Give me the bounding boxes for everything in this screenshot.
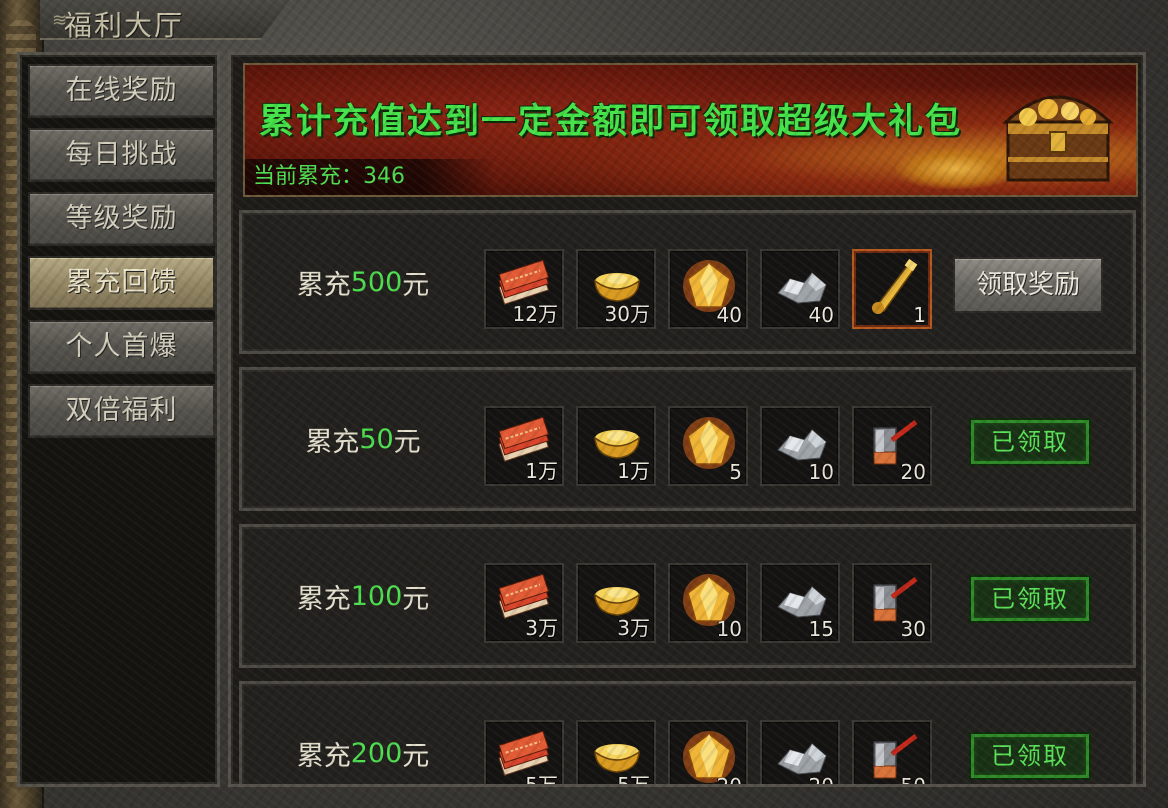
sidebar-item-first-drop[interactable]: 个人首爆 <box>28 320 215 374</box>
item-count: 5万 <box>617 773 650 787</box>
row-label-prefix: 累充 <box>305 426 360 458</box>
item-count: 10 <box>716 617 742 641</box>
item-count: 12万 <box>512 302 558 326</box>
row-label-unit: 元 <box>402 740 430 772</box>
row-label: 累充 100 元 <box>242 527 484 665</box>
sidebar-item-daily-challenge[interactable]: 每日挑战 <box>28 128 215 182</box>
reward-row: 累充 200 元 5万 5万 20 20 50 已领取 <box>239 681 1136 787</box>
banner-title: 累计充值达到一定金额即可领取超级大礼包 <box>259 101 963 142</box>
reward-item[interactable]: 20 <box>668 720 748 787</box>
row-label-amount: 100 <box>350 580 403 612</box>
item-count: 30 <box>900 617 926 641</box>
row-label-unit: 元 <box>402 583 430 615</box>
sidebar-item-recharge-reward[interactable]: 累充回馈 <box>28 256 215 310</box>
item-count: 20 <box>900 460 926 484</box>
item-count: 50 <box>900 774 926 787</box>
row-label: 累充 500 元 <box>242 213 484 351</box>
sidebar: 在线奖励 每日挑战 等级奖励 累充回馈 个人首爆 双倍福利 <box>17 52 220 787</box>
item-count: 10 <box>808 460 834 484</box>
reward-item[interactable]: 1万 <box>576 406 656 486</box>
current-total-value: 346 <box>363 164 406 189</box>
sidebar-item-level-reward[interactable]: 等级奖励 <box>28 192 215 246</box>
reward-item[interactable]: 1万 <box>484 406 564 486</box>
reward-item[interactable]: 20 <box>852 406 932 486</box>
sidebar-item-double-bonus[interactable]: 双倍福利 <box>28 384 215 438</box>
reward-item[interactable]: 40 <box>760 249 840 329</box>
reward-item[interactable]: 10 <box>668 563 748 643</box>
item-count: 5万 <box>525 773 558 787</box>
reward-item[interactable]: 30万 <box>576 249 656 329</box>
reward-item[interactable]: 50 <box>852 720 932 787</box>
item-count: 5 <box>729 460 742 484</box>
sidebar-item-online-reward[interactable]: 在线奖励 <box>28 64 215 118</box>
item-count: 40 <box>808 303 834 327</box>
claimed-stamp: 已领取 <box>971 420 1089 464</box>
item-count: 20 <box>716 774 742 787</box>
row-label-amount: 500 <box>350 266 403 298</box>
reward-item[interactable]: 15 <box>760 563 840 643</box>
reward-item[interactable]: 3万 <box>484 563 564 643</box>
item-count: 3万 <box>525 616 558 640</box>
item-count: 1 <box>913 303 926 327</box>
row-label-unit: 元 <box>393 426 421 458</box>
row-label-unit: 元 <box>402 269 430 301</box>
row-label-prefix: 累充 <box>296 740 351 772</box>
window-frame: ≋ 福利大厅 在线奖励 每日挑战 等级奖励 累充回馈 个人首爆 双倍福利 累计充… <box>0 0 1168 808</box>
row-label: 累充 50 元 <box>242 370 484 508</box>
current-total-label: 当前累充： <box>253 164 364 189</box>
claimed-stamp: 已领取 <box>971 577 1089 621</box>
item-count: 20 <box>808 774 834 787</box>
reward-item[interactable]: 5万 <box>484 720 564 787</box>
row-label-amount: 200 <box>350 737 403 769</box>
item-count: 15 <box>808 617 834 641</box>
item-count: 3万 <box>617 616 650 640</box>
reward-item[interactable]: 20 <box>760 720 840 787</box>
reward-row: 累充 500 元 12万 30万 40 40 1 领取奖励 <box>239 210 1136 354</box>
reward-item[interactable]: 5 <box>668 406 748 486</box>
main-panel: 累计充值达到一定金额即可领取超级大礼包 当前累充：346 累充 500 元 12万 … <box>228 52 1146 787</box>
row-label-prefix: 累充 <box>296 269 351 301</box>
banner: 累计充值达到一定金额即可领取超级大礼包 当前累充：346 <box>243 63 1138 197</box>
window-title: 福利大厅 <box>64 9 185 42</box>
reward-item[interactable]: 12万 <box>484 249 564 329</box>
reward-item[interactable]: 1 <box>852 249 932 329</box>
row-label: 累充 200 元 <box>242 684 484 784</box>
item-count: 1万 <box>525 459 558 483</box>
reward-item[interactable]: 3万 <box>576 563 656 643</box>
reward-item[interactable]: 30 <box>852 563 932 643</box>
claim-reward-button[interactable]: 领取奖励 <box>953 257 1103 313</box>
item-count: 40 <box>716 303 742 327</box>
row-label-prefix: 累充 <box>296 583 351 615</box>
reward-item[interactable]: 5万 <box>576 720 656 787</box>
item-count: 30万 <box>604 302 650 326</box>
claimed-stamp: 已领取 <box>971 734 1089 778</box>
item-count: 1万 <box>617 459 650 483</box>
reward-row: 累充 50 元 1万 1万 5 10 20 已领取 <box>239 367 1136 511</box>
treasure-chest-icon <box>1002 95 1114 182</box>
current-total: 当前累充：346 <box>245 159 495 195</box>
reward-item[interactable]: 10 <box>760 406 840 486</box>
reward-item[interactable]: 40 <box>668 249 748 329</box>
reward-row: 累充 100 元 3万 3万 10 15 30 已领取 <box>239 524 1136 668</box>
row-label-amount: 50 <box>359 423 394 455</box>
